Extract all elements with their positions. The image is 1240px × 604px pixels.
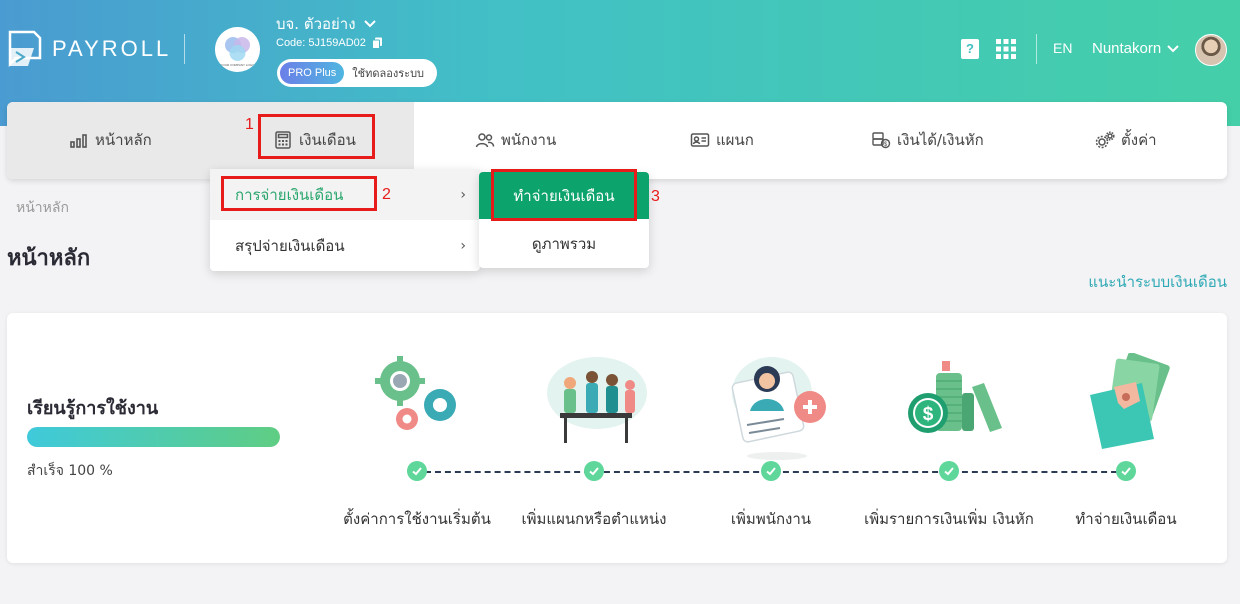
step-done-check bbox=[939, 461, 959, 481]
nav-item-income-deduction[interactable]: $ เงินได้/เงินหัก bbox=[871, 128, 984, 152]
nav-item-label: พนักงาน bbox=[501, 131, 557, 149]
step-label-setup[interactable]: ตั้งค่าการใช้งานเริ่มต้น bbox=[327, 507, 507, 531]
step-done-check bbox=[761, 461, 781, 481]
help-book-icon: ? bbox=[961, 39, 979, 59]
nav-item-label: ตั้งค่า bbox=[1121, 131, 1157, 149]
progress-text: สำเร็จ 100 % bbox=[27, 463, 113, 479]
wallet-illustration bbox=[1090, 353, 1170, 449]
breadcrumb[interactable]: หน้าหลัก bbox=[16, 197, 69, 219]
copy-icon[interactable] bbox=[371, 37, 383, 49]
payroll-guide-link[interactable]: แนะนำระบบเงินเดือน bbox=[1088, 270, 1227, 294]
pro-plus-badge: PRO Plus bbox=[280, 62, 345, 84]
step-label-department[interactable]: เพิ่มแผนกหรือตำแหน่ง bbox=[504, 507, 684, 531]
check-icon bbox=[412, 467, 422, 476]
check-icon bbox=[1121, 467, 1131, 476]
nav-item-home[interactable]: หน้าหลัก bbox=[69, 128, 152, 152]
company-selector[interactable]: บจ. ตัวอย่าง bbox=[276, 12, 376, 36]
step-done-check bbox=[407, 461, 427, 481]
payroll-logo[interactable]: PAYROLL bbox=[6, 28, 171, 70]
submenu-item-overview[interactable]: ดูภาพรวม bbox=[479, 220, 649, 268]
chevron-down-icon bbox=[363, 20, 376, 28]
menu-item-salary-summary[interactable]: สรุปจ่ายเงินเดือน › bbox=[210, 220, 480, 271]
payroll-logo-icon bbox=[8, 30, 42, 68]
chevron-down-icon bbox=[1167, 44, 1179, 52]
apps-button[interactable] bbox=[996, 36, 1016, 62]
company-code: Code: 5J159AD02 bbox=[276, 37, 366, 49]
nav-item-employees[interactable]: พนักงาน bbox=[475, 128, 556, 152]
company-logo-image: YOUR COMPANY LOGO bbox=[221, 37, 256, 67]
chevron-right-icon: › bbox=[460, 237, 466, 254]
svg-text:?: ? bbox=[966, 41, 974, 56]
money-icon: $ bbox=[872, 132, 891, 149]
company-name: บจ. ตัวอย่าง bbox=[276, 15, 356, 33]
step-label-income-deduction[interactable]: เพิ่มรายการเงินเพิ่ม เงินหัก bbox=[849, 507, 1049, 531]
svg-text:$: $ bbox=[923, 404, 934, 425]
language-switch[interactable]: EN bbox=[1053, 40, 1072, 56]
annotation-number-3: 3 bbox=[651, 188, 660, 205]
chevron-right-icon: › bbox=[460, 186, 466, 203]
check-icon bbox=[766, 467, 776, 476]
bar-chart-icon bbox=[70, 134, 87, 148]
step-label-employee[interactable]: เพิ่มพนักงาน bbox=[681, 507, 861, 531]
user-menu[interactable]: Nuntakorn bbox=[1092, 40, 1179, 57]
onboarding-progress-bar bbox=[27, 427, 280, 447]
plan-pill[interactable]: PRO Plus ใช้ทดลองระบบ bbox=[277, 59, 437, 87]
user-avatar[interactable] bbox=[1195, 34, 1227, 66]
gears-icon bbox=[1095, 131, 1115, 149]
step-label-run-payroll[interactable]: ทำจ่ายเงินเดือน bbox=[1036, 507, 1216, 531]
employee-card-illustration bbox=[731, 357, 826, 460]
progress-fill bbox=[27, 427, 280, 447]
team-illustration bbox=[547, 357, 647, 443]
apps-grid-icon bbox=[996, 39, 1016, 59]
annotation-box-1 bbox=[258, 114, 375, 159]
company-logo[interactable]: YOUR COMPANY LOGO bbox=[215, 27, 260, 72]
nav-item-label: แผนก bbox=[716, 131, 754, 149]
check-icon bbox=[589, 467, 599, 476]
annotation-number-2: 2 bbox=[382, 186, 391, 203]
nav-item-department[interactable]: แผนก bbox=[690, 128, 754, 152]
main-nav: หน้าหลัก เงินเดือน พนักงาน แผนก $ เงินได… bbox=[7, 102, 1227, 179]
user-name: Nuntakorn bbox=[1092, 40, 1162, 57]
nav-item-label: เงินได้/เงินหัก bbox=[897, 131, 984, 149]
help-button[interactable]: ? bbox=[960, 36, 980, 62]
annotation-number-1: 1 bbox=[245, 116, 254, 133]
nav-item-settings[interactable]: ตั้งค่า bbox=[1095, 128, 1157, 152]
nav-item-label: หน้าหลัก bbox=[95, 131, 152, 149]
step-done-check bbox=[1116, 461, 1136, 481]
check-icon bbox=[944, 467, 954, 476]
header-divider bbox=[184, 34, 185, 64]
gears-illustration bbox=[375, 356, 456, 430]
onboarding-card: เรียนรู้การใช้งาน สำเร็จ 100 % $ ตั้งค่า… bbox=[7, 313, 1227, 563]
onboarding-title: เรียนรู้การใช้งาน bbox=[27, 398, 159, 419]
step-done-check bbox=[584, 461, 604, 481]
annotation-box-3 bbox=[491, 169, 637, 221]
company-logo-caption: YOUR COMPANY LOGO bbox=[221, 63, 256, 67]
trial-text: ใช้ทดลองระบบ bbox=[352, 67, 425, 80]
logo-text: PAYROLL bbox=[52, 36, 172, 61]
users-icon bbox=[475, 133, 495, 148]
coins-illustration: $ bbox=[908, 361, 1002, 433]
annotation-box-2 bbox=[221, 176, 377, 211]
id-card-icon bbox=[690, 133, 710, 147]
header-separator bbox=[1036, 34, 1037, 64]
company-code-row: Code: 5J159AD02 bbox=[276, 37, 383, 49]
page-title: หน้าหลัก bbox=[7, 246, 91, 271]
menu-item-label: สรุปจ่ายเงินเดือน bbox=[235, 236, 345, 255]
